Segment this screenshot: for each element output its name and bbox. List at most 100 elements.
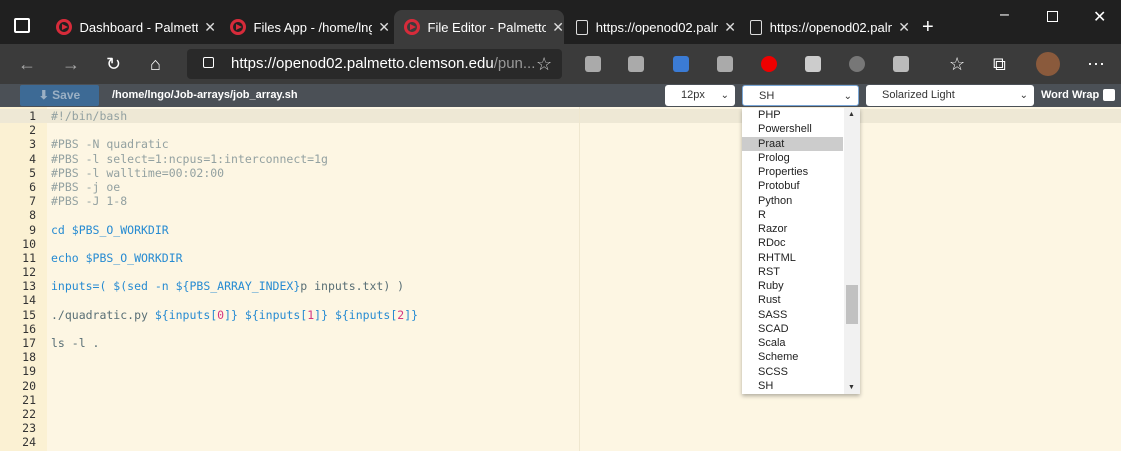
close-tab-icon[interactable]: ✕ bbox=[898, 19, 910, 36]
close-tab-icon[interactable]: ✕ bbox=[724, 19, 736, 36]
mode-option[interactable]: R bbox=[742, 208, 843, 222]
collections-icon[interactable]: ⧉ bbox=[993, 54, 1006, 75]
mode-option[interactable]: SCAD bbox=[742, 322, 843, 336]
mode-option[interactable]: RDoc bbox=[742, 236, 843, 250]
mode-option[interactable]: Protobuf bbox=[742, 179, 843, 193]
mode-select[interactable]: SH ⌄ bbox=[742, 85, 859, 106]
more-menu-icon[interactable]: ⋯ bbox=[1087, 54, 1105, 75]
mode-option[interactable]: Praat bbox=[742, 136, 843, 151]
close-tab-icon[interactable]: ✕ bbox=[378, 19, 390, 36]
code-token: #PBS -N quadratic bbox=[51, 137, 169, 152]
code-line: 5 #PBS -l walltime=00:02:00 bbox=[0, 166, 418, 180]
mode-option[interactable]: Scala bbox=[742, 336, 843, 350]
line-number: 5 bbox=[29, 165, 36, 180]
code-token: inputs=( $(sed -n ${PBS_ARRAY_INDEX} bbox=[51, 279, 301, 294]
back-button[interactable]: ← bbox=[18, 54, 36, 75]
office-extension-icon[interactable] bbox=[585, 56, 601, 72]
mode-option[interactable]: SH bbox=[742, 379, 843, 393]
mode-option[interactable]: Scheme bbox=[742, 350, 843, 364]
close-window-button[interactable]: ✕ bbox=[1093, 7, 1106, 27]
bi-extension-icon[interactable] bbox=[893, 56, 909, 72]
code-line: 24 bbox=[0, 435, 418, 449]
mode-option[interactable]: RHTML bbox=[742, 251, 843, 265]
tab-2[interactable]: File Editor - Palmetto ✕ bbox=[394, 10, 564, 44]
code-token: #PBS -l walltime=00:02:00 bbox=[51, 165, 225, 180]
mode-option[interactable]: Ruby bbox=[742, 279, 843, 293]
code-token: echo $PBS_O_WORKDIR bbox=[51, 250, 183, 265]
mode-option[interactable]: Powershell bbox=[742, 122, 843, 136]
tab-4[interactable]: https://openod02.palmetto ✕ bbox=[740, 10, 910, 44]
tab-title: https://openod02.palmetto bbox=[769, 19, 892, 35]
home-button[interactable]: ⌂ bbox=[150, 54, 161, 75]
scroll-up-icon[interactable]: ▲ bbox=[848, 111, 855, 118]
maximize-button[interactable] bbox=[1047, 11, 1058, 22]
mode-option[interactable]: Properties bbox=[742, 165, 843, 179]
code-line: 2 bbox=[0, 123, 418, 137]
code-token: 1 bbox=[307, 307, 315, 322]
word-wrap-checkbox[interactable] bbox=[1103, 89, 1115, 101]
scrollbar-thumb[interactable] bbox=[846, 285, 858, 324]
code-line: 13 inputs=( $(sed -n ${PBS_ARRAY_INDEX} p … bbox=[0, 279, 418, 293]
code-token: #!/bin/bash bbox=[51, 109, 128, 123]
browser-tab-strip: Dashboard - Palmetto ✕ Files App - /home/l… bbox=[0, 0, 1121, 44]
code-token: p inputs.txt) ) bbox=[300, 279, 405, 294]
avatar[interactable] bbox=[1036, 52, 1060, 76]
save-button[interactable]: ⬇ Save bbox=[20, 85, 99, 106]
mode-dropdown-list[interactable]: PHP Powershell Praat Prolog Properties Protob… bbox=[742, 108, 860, 394]
mode-option[interactable]: SCSS bbox=[742, 365, 843, 379]
extension-icon[interactable] bbox=[717, 56, 733, 72]
minimize-button[interactable]: – bbox=[1000, 6, 1009, 24]
document-extension-icon[interactable] bbox=[805, 56, 821, 72]
close-tab-icon[interactable]: ✕ bbox=[204, 19, 216, 36]
mode-option[interactable]: RST bbox=[742, 265, 843, 279]
theme-select[interactable]: Solarized Light ⌄ bbox=[866, 85, 1034, 106]
code-line: 7 #PBS -J 1-8 bbox=[0, 194, 418, 208]
line-number: 12 bbox=[22, 265, 36, 280]
favorites-icon[interactable]: ☆ bbox=[949, 54, 965, 75]
code-editor[interactable]: 1 #!/bin/bash 2 3 #PBS -N quadratic 4 #PBS -l … bbox=[0, 109, 418, 450]
line-number: 21 bbox=[22, 392, 36, 407]
mode-option[interactable]: SASS bbox=[742, 308, 843, 322]
tab-0[interactable]: Dashboard - Palmetto ✕ bbox=[46, 10, 216, 44]
line-number: 16 bbox=[22, 321, 36, 336]
tab-actions-icon[interactable] bbox=[14, 18, 30, 33]
line-number: 3 bbox=[29, 137, 36, 152]
forward-button[interactable]: → bbox=[62, 54, 80, 75]
code-line: 11 echo $PBS_O_WORKDIR bbox=[0, 251, 418, 265]
url-input[interactable]: https://openod02.palmetto.clemson.edu/pu… bbox=[187, 49, 562, 79]
code-token: ]} bbox=[224, 307, 238, 322]
mode-option[interactable]: PHP bbox=[742, 108, 843, 122]
mode-option[interactable]: Prolog bbox=[742, 151, 843, 165]
css-extension-icon[interactable] bbox=[628, 56, 644, 72]
line-number: 10 bbox=[22, 236, 36, 251]
mode-option[interactable]: Razor bbox=[742, 222, 843, 236]
font-size-value: 12px bbox=[681, 89, 705, 101]
code-token: ]} bbox=[404, 307, 419, 322]
tab-title: https://openod02.palmetto bbox=[595, 19, 718, 35]
graduation-extension-icon[interactable] bbox=[673, 56, 689, 72]
mode-option[interactable]: Python bbox=[742, 194, 843, 208]
code-token: ls -l . bbox=[51, 336, 100, 350]
new-tab-button[interactable]: + bbox=[922, 16, 934, 39]
url-path: /pun... bbox=[493, 55, 536, 72]
print-margin bbox=[579, 107, 580, 451]
dropdown-scrollbar[interactable]: ▲ ▼ bbox=[844, 108, 860, 394]
tab-3[interactable]: https://openod02.palmetto ✕ bbox=[566, 10, 736, 44]
font-size-select[interactable]: 12px ⌄ bbox=[665, 85, 735, 106]
code-token: #PBS -l select=1:ncpus=1:interconnect=1g bbox=[51, 151, 328, 166]
code-line: 20 bbox=[0, 379, 418, 393]
save-label: Save bbox=[52, 88, 81, 102]
word-wrap-label: Word Wrap bbox=[1041, 89, 1100, 101]
bubble-extension-icon[interactable] bbox=[849, 56, 865, 72]
line-number: 11 bbox=[22, 250, 36, 265]
scroll-down-icon[interactable]: ▼ bbox=[848, 384, 855, 391]
refresh-button[interactable]: ↻ bbox=[106, 54, 121, 75]
mode-option[interactable]: Rust bbox=[742, 293, 843, 307]
add-favorite-icon[interactable]: ☆ bbox=[536, 54, 552, 75]
close-tab-icon[interactable]: ✕ bbox=[552, 19, 564, 36]
adblock-icon[interactable] bbox=[761, 56, 777, 72]
tab-1[interactable]: Files App - /home/lngo ✕ bbox=[220, 10, 390, 44]
code-token: cd $PBS_O_WORKDIR bbox=[51, 222, 169, 237]
